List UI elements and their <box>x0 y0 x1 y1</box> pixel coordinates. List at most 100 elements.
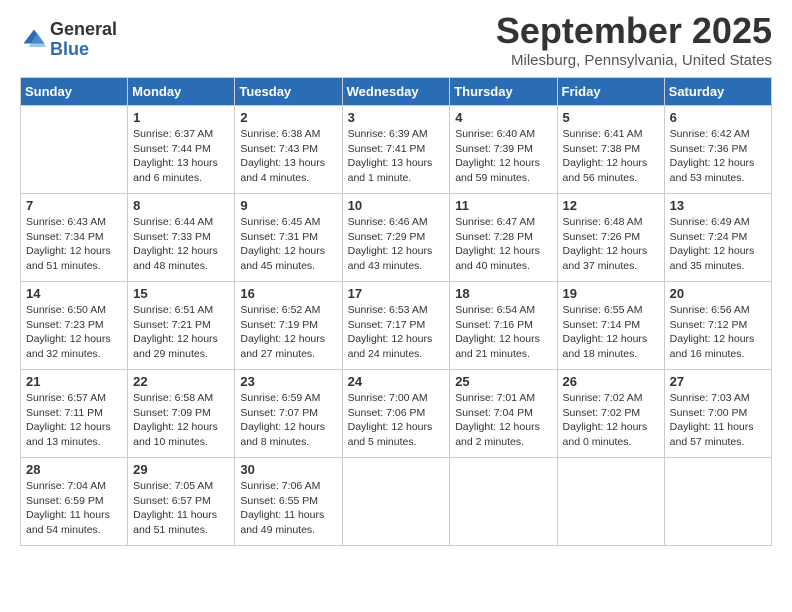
day-number: 22 <box>133 374 229 389</box>
day-number: 28 <box>26 462 122 477</box>
day-info: Sunrise: 6:51 AMSunset: 7:21 PMDaylight:… <box>133 303 229 362</box>
day-cell: 21 Sunrise: 6:57 AMSunset: 7:11 PMDayligh… <box>21 370 128 458</box>
day-info: Sunrise: 6:57 AMSunset: 7:11 PMDaylight:… <box>26 391 122 450</box>
day-cell: 11 Sunrise: 6:47 AMSunset: 7:28 PMDayligh… <box>450 194 557 282</box>
day-info: Sunrise: 7:02 AMSunset: 7:02 PMDaylight:… <box>563 391 659 450</box>
day-number: 21 <box>26 374 122 389</box>
day-cell: 24 Sunrise: 7:00 AMSunset: 7:06 PMDayligh… <box>342 370 450 458</box>
day-number: 10 <box>348 198 445 213</box>
day-info: Sunrise: 6:37 AMSunset: 7:44 PMDaylight:… <box>133 127 229 186</box>
day-number: 4 <box>455 110 551 125</box>
day-number: 23 <box>240 374 336 389</box>
day-number: 29 <box>133 462 229 477</box>
day-cell: 28Sunrise: 7:04 AMSunset: 6:59 PMDayligh… <box>21 458 128 546</box>
day-number: 24 <box>348 374 445 389</box>
day-info: Sunrise: 6:45 AMSunset: 7:31 PMDaylight:… <box>240 215 336 274</box>
day-info: Sunrise: 6:50 AMSunset: 7:23 PMDaylight:… <box>26 303 122 362</box>
day-cell: 4Sunrise: 6:40 AMSunset: 7:39 PMDaylight… <box>450 106 557 194</box>
day-cell: 30 Sunrise: 7:06 AMSunset: 6:55 PMDayligh… <box>235 458 342 546</box>
day-cell: 26 Sunrise: 7:02 AMSunset: 7:02 PMDayligh… <box>557 370 664 458</box>
day-number: 3 <box>348 110 445 125</box>
day-cell: 6 Sunrise: 6:42 AMSunset: 7:36 PMDaylight… <box>664 106 771 194</box>
month-title: September 2025 <box>496 10 772 52</box>
day-number: 26 <box>563 374 659 389</box>
day-number: 27 <box>670 374 766 389</box>
day-number: 11 <box>455 198 551 213</box>
logo-general: General <box>50 20 117 40</box>
day-info: Sunrise: 6:56 AMSunset: 7:12 PMDaylight:… <box>670 303 766 362</box>
day-info: Sunrise: 6:44 AMSunset: 7:33 PMDaylight:… <box>133 215 229 274</box>
day-info: Sunrise: 6:41 AMSunset: 7:38 PMDaylight:… <box>563 127 659 186</box>
day-info: Sunrise: 6:46 AMSunset: 7:29 PMDaylight:… <box>348 215 445 274</box>
week-row-5: 28Sunrise: 7:04 AMSunset: 6:59 PMDayligh… <box>21 458 772 546</box>
day-cell: 5 Sunrise: 6:41 AMSunset: 7:38 PMDaylight… <box>557 106 664 194</box>
day-cell: 19 Sunrise: 6:55 AMSunset: 7:14 PMDayligh… <box>557 282 664 370</box>
day-cell: 2 Sunrise: 6:38 AMSunset: 7:43 PMDaylight… <box>235 106 342 194</box>
day-number: 9 <box>240 198 336 213</box>
day-cell <box>664 458 771 546</box>
day-number: 20 <box>670 286 766 301</box>
day-cell: 16 Sunrise: 6:52 AMSunset: 7:19 PMDayligh… <box>235 282 342 370</box>
week-row-1: 1 Sunrise: 6:37 AMSunset: 7:44 PMDaylight… <box>21 106 772 194</box>
header-cell-saturday: Saturday <box>664 78 771 106</box>
week-row-4: 21 Sunrise: 6:57 AMSunset: 7:11 PMDayligh… <box>21 370 772 458</box>
header-cell-monday: Monday <box>128 78 235 106</box>
day-cell: 17 Sunrise: 6:53 AMSunset: 7:17 PMDayligh… <box>342 282 450 370</box>
logo-blue: Blue <box>50 40 117 60</box>
day-number: 16 <box>240 286 336 301</box>
header-cell-friday: Friday <box>557 78 664 106</box>
day-number: 6 <box>670 110 766 125</box>
day-number: 2 <box>240 110 336 125</box>
day-number: 13 <box>670 198 766 213</box>
day-info: Sunrise: 6:54 AMSunset: 7:16 PMDaylight:… <box>455 303 551 362</box>
day-cell: 8 Sunrise: 6:44 AMSunset: 7:33 PMDaylight… <box>128 194 235 282</box>
day-cell: 22 Sunrise: 6:58 AMSunset: 7:09 PMDayligh… <box>128 370 235 458</box>
logo-icon <box>20 26 48 54</box>
title-area: September 2025 Milesburg, Pennsylvania, … <box>496 10 772 69</box>
day-info: Sunrise: 6:49 AMSunset: 7:24 PMDaylight:… <box>670 215 766 274</box>
day-cell: 13 Sunrise: 6:49 AMSunset: 7:24 PMDayligh… <box>664 194 771 282</box>
day-number: 12 <box>563 198 659 213</box>
day-cell: 27 Sunrise: 7:03 AMSunset: 7:00 PMDayligh… <box>664 370 771 458</box>
day-cell <box>557 458 664 546</box>
day-info: Sunrise: 7:06 AMSunset: 6:55 PMDaylight:… <box>240 479 336 538</box>
day-number: 8 <box>133 198 229 213</box>
day-info: Sunrise: 6:52 AMSunset: 7:19 PMDaylight:… <box>240 303 336 362</box>
day-info: Sunrise: 6:38 AMSunset: 7:43 PMDaylight:… <box>240 127 336 186</box>
day-number: 30 <box>240 462 336 477</box>
header-cell-sunday: Sunday <box>21 78 128 106</box>
day-cell: 20 Sunrise: 6:56 AMSunset: 7:12 PMDayligh… <box>664 282 771 370</box>
day-info: Sunrise: 6:48 AMSunset: 7:26 PMDaylight:… <box>563 215 659 274</box>
day-number: 17 <box>348 286 445 301</box>
day-info: Sunrise: 6:43 AMSunset: 7:34 PMDaylight:… <box>26 215 122 274</box>
logo-text: General Blue <box>50 20 117 60</box>
logo: General Blue <box>20 20 117 60</box>
day-number: 5 <box>563 110 659 125</box>
day-cell: 10 Sunrise: 6:46 AMSunset: 7:29 PMDayligh… <box>342 194 450 282</box>
day-info: Sunrise: 6:55 AMSunset: 7:14 PMDaylight:… <box>563 303 659 362</box>
day-info: Sunrise: 6:58 AMSunset: 7:09 PMDaylight:… <box>133 391 229 450</box>
day-number: 25 <box>455 374 551 389</box>
day-number: 15 <box>133 286 229 301</box>
day-info: Sunrise: 7:03 AMSunset: 7:00 PMDaylight:… <box>670 391 766 450</box>
day-cell: 14Sunrise: 6:50 AMSunset: 7:23 PMDayligh… <box>21 282 128 370</box>
day-cell: 12 Sunrise: 6:48 AMSunset: 7:26 PMDayligh… <box>557 194 664 282</box>
calendar-table: SundayMondayTuesdayWednesdayThursdayFrid… <box>20 77 772 546</box>
day-number: 1 <box>133 110 229 125</box>
header-cell-thursday: Thursday <box>450 78 557 106</box>
day-number: 19 <box>563 286 659 301</box>
header-cell-tuesday: Tuesday <box>235 78 342 106</box>
day-info: Sunrise: 6:39 AMSunset: 7:41 PMDaylight:… <box>348 127 445 186</box>
day-cell: 29Sunrise: 7:05 AMSunset: 6:57 PMDayligh… <box>128 458 235 546</box>
day-info: Sunrise: 6:42 AMSunset: 7:36 PMDaylight:… <box>670 127 766 186</box>
header: General Blue September 2025 Milesburg, P… <box>20 10 772 69</box>
day-cell: 25 Sunrise: 7:01 AMSunset: 7:04 PMDayligh… <box>450 370 557 458</box>
day-cell: 18 Sunrise: 6:54 AMSunset: 7:16 PMDayligh… <box>450 282 557 370</box>
day-info: Sunrise: 7:00 AMSunset: 7:06 PMDaylight:… <box>348 391 445 450</box>
day-info: Sunrise: 6:53 AMSunset: 7:17 PMDaylight:… <box>348 303 445 362</box>
day-info: Sunrise: 6:47 AMSunset: 7:28 PMDaylight:… <box>455 215 551 274</box>
day-number: 18 <box>455 286 551 301</box>
day-cell <box>450 458 557 546</box>
week-row-2: 7Sunrise: 6:43 AMSunset: 7:34 PMDaylight… <box>21 194 772 282</box>
day-info: Sunrise: 7:01 AMSunset: 7:04 PMDaylight:… <box>455 391 551 450</box>
